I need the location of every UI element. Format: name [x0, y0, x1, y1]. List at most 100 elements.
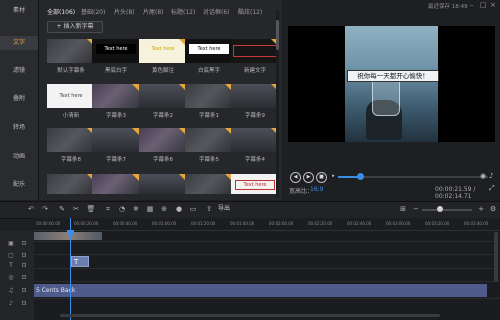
tab-basic[interactable]: 基础(20)	[81, 7, 105, 16]
template-thumb[interactable]	[92, 84, 140, 108]
lock-icon[interactable]: ⊡	[19, 252, 29, 260]
maximize-icon[interactable]: □	[480, 1, 487, 9]
template-thumb[interactable]: Text here	[231, 174, 279, 194]
template-label: 字幕条5	[199, 157, 219, 163]
tab-all[interactable]: 全部(106)	[47, 7, 75, 16]
template-thumb[interactable]	[231, 84, 279, 108]
template-label: 小清新	[62, 113, 80, 119]
stop-icon[interactable]: ■	[316, 172, 327, 183]
template-thumb[interactable]	[47, 128, 95, 152]
zoom-icon[interactable]: ⊕	[159, 204, 169, 214]
template-label: 新建文字	[243, 68, 266, 74]
timeline-vertical-scrollbar[interactable]	[494, 232, 498, 282]
playhead-handle[interactable]	[67, 230, 74, 235]
template-label: 字幕条4	[245, 157, 265, 163]
sidebar-item-animation[interactable]: 动画	[0, 150, 38, 164]
zoom-in-icon[interactable]: +	[476, 204, 486, 214]
insert-subtitle-button[interactable]: + 插入新字幕	[47, 21, 103, 33]
timeline-zoom-slider[interactable]	[422, 209, 472, 211]
fullscreen-icon[interactable]: ⤢	[489, 184, 495, 193]
template-thumb[interactable]: Text here	[185, 39, 233, 63]
template-label: 字幕条3	[106, 113, 126, 119]
template-thumb[interactable]	[185, 128, 233, 152]
aspect-ratio-value[interactable]: 16:9	[310, 186, 323, 193]
lock-icon[interactable]: ⊡	[19, 240, 29, 248]
template-thumb[interactable]	[185, 84, 233, 108]
template-thumb[interactable]	[231, 128, 279, 152]
pip-track-icon: ▢	[8, 252, 14, 259]
lock-icon[interactable]: ⊡	[19, 262, 29, 270]
template-thumb[interactable]	[92, 128, 140, 152]
freeze-icon[interactable]: ❄	[131, 204, 141, 214]
timeline-zoom-knob[interactable]	[437, 206, 443, 212]
lock-icon[interactable]: ⊡	[19, 287, 29, 295]
sidebar-item-music[interactable]: 配乐	[0, 178, 38, 192]
template-thumb[interactable]	[47, 174, 95, 194]
prev-frame-icon[interactable]: ◀	[290, 172, 301, 183]
sidebar-item-filters[interactable]: 滤镜	[0, 64, 38, 78]
template-thumb[interactable]: Text here	[92, 39, 140, 63]
template-thumb[interactable]	[92, 174, 140, 194]
settings-icon[interactable]: ⚙	[488, 204, 498, 214]
panel-scrollbar-thumb[interactable]	[276, 20, 279, 50]
music-track-icon: ♫	[8, 287, 14, 294]
redo-icon[interactable]: ↷	[40, 204, 50, 214]
preview-caption[interactable]: 祝你每一天都开心愉快！	[347, 70, 439, 82]
export-button[interactable]: 导出	[218, 204, 230, 214]
speed-icon[interactable]: ◔	[117, 204, 127, 214]
play-icon[interactable]: ▶	[303, 172, 314, 183]
template-thumb[interactable]	[139, 84, 187, 108]
snapshot-icon[interactable]: ◉	[480, 172, 486, 180]
minimize-icon[interactable]: –	[470, 1, 474, 9]
template-thumb[interactable]: Text here	[47, 84, 95, 108]
export-icon[interactable]: ⇪	[204, 204, 214, 214]
tab-title[interactable]: 标题(12)	[171, 7, 195, 16]
template-thumb[interactable]	[139, 174, 187, 194]
next-frame-icon[interactable]: ▸	[329, 172, 338, 181]
template-label: 字幕条7	[106, 157, 126, 163]
template-label: 白底黑字	[197, 68, 220, 74]
lock-icon[interactable]: ⊡	[19, 274, 29, 282]
tab-cool[interactable]: 酷炫(12)	[238, 7, 262, 16]
sidebar-item-transitions[interactable]: 转场	[0, 121, 38, 135]
sidebar-item-text[interactable]: 文字	[0, 36, 38, 50]
ruler-tick: 00:02:20.00	[308, 221, 333, 226]
template-thumb[interactable]: Text here	[139, 39, 187, 63]
timeline-horizontal-scrollbar[interactable]	[60, 314, 440, 317]
ruler-tick: 00:03:40.00	[464, 221, 489, 226]
text-clip[interactable]: T	[71, 256, 89, 267]
zoom-out-icon[interactable]: −	[411, 204, 421, 214]
split-icon[interactable]: ✂	[71, 204, 81, 214]
audio-clip[interactable]: 5 Cents Back	[34, 284, 487, 297]
sidebar-item-overlays[interactable]: 叠附	[0, 92, 38, 106]
mosaic-icon[interactable]: ▦	[145, 204, 155, 214]
ruler-tick: 00:00:20.00	[74, 221, 99, 226]
edit-icon[interactable]: ✎	[57, 204, 67, 214]
thumb-sample-text: Text here	[59, 93, 83, 99]
ruler-tick: 00:00:00.00	[36, 221, 61, 226]
lock-icon[interactable]: ⊡	[19, 300, 29, 308]
fit-icon[interactable]: ⊞	[398, 204, 408, 214]
undo-icon[interactable]: ↶	[26, 204, 36, 214]
template-thumb[interactable]	[185, 174, 233, 194]
record-voice-icon[interactable]: ●	[174, 204, 184, 214]
template-label: 字幕条6	[153, 157, 173, 163]
preview-jar-shape	[372, 76, 400, 116]
ruler-tick: 00:01:40.00	[230, 221, 255, 226]
delete-icon[interactable]: 🗑	[86, 204, 96, 214]
close-icon[interactable]: ×	[490, 1, 496, 9]
sidebar-item-media[interactable]: 素材	[0, 4, 38, 18]
template-label: 字幕条2	[153, 113, 173, 119]
tab-ending[interactable]: 片尾(8)	[143, 7, 164, 16]
playback-progress-knob[interactable]	[357, 173, 364, 180]
tab-dialog[interactable]: 对话框(6)	[203, 7, 230, 16]
template-thumb[interactable]	[231, 39, 279, 63]
thumb-sample-text: Text here	[151, 46, 175, 52]
template-thumb[interactable]	[139, 128, 187, 152]
crop-icon[interactable]: ⌗	[103, 204, 113, 214]
template-label: 黄色脚注	[151, 68, 174, 74]
split-screen-icon[interactable]: ▭	[188, 204, 198, 214]
template-thumb[interactable]	[47, 39, 95, 63]
volume-icon[interactable]: ♪	[489, 172, 493, 180]
tab-opening[interactable]: 片头(8)	[114, 7, 135, 16]
